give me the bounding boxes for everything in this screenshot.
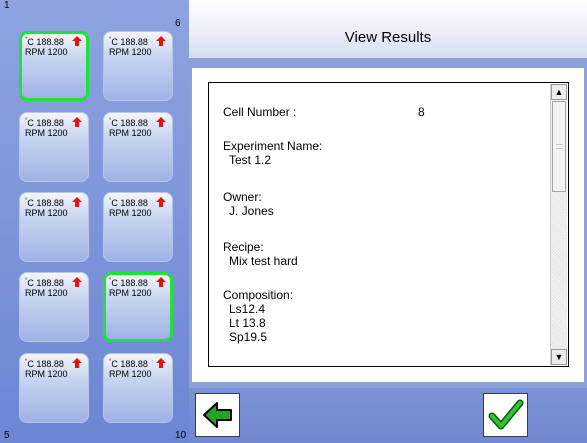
- up-arrow-icon: [72, 277, 82, 287]
- detail-scrollbar[interactable]: ▲ ▼: [550, 84, 567, 365]
- cell-temperature: °C 188.88: [109, 359, 148, 369]
- footer-bar: [189, 388, 587, 443]
- scroll-up-button[interactable]: ▲: [551, 84, 567, 100]
- cell-temperature: °C 188.88: [25, 198, 64, 208]
- scroll-down-icon: ▼: [554, 352, 564, 362]
- temp-unit: °: [25, 198, 28, 204]
- grid-label-bottom-right: 10: [175, 430, 187, 441]
- checkmark-icon: [488, 399, 524, 430]
- temp-unit: °: [109, 37, 112, 43]
- recipe-field: Recipe: Mix test hard: [223, 240, 298, 268]
- experiment-field: Experiment Name: Test 1.2: [223, 139, 322, 167]
- confirm-button[interactable]: [483, 393, 528, 437]
- grid-cell[interactable]: °C 188.88 RPM 1200: [103, 192, 173, 262]
- cell-temperature: °C 188.88: [109, 37, 148, 47]
- grid-cell[interactable]: °C 188.88 RPM 1200: [19, 272, 89, 342]
- header-bar: View Results: [189, 0, 587, 58]
- temp-unit: °: [25, 118, 28, 124]
- scroll-thumb[interactable]: [552, 101, 566, 192]
- experiment-name-value: Test 1.2: [229, 153, 272, 167]
- recipe-value: Mix test hard: [229, 254, 298, 268]
- temp-unit: °: [109, 359, 112, 365]
- cell-temperature: °C 188.88: [25, 359, 64, 369]
- scroll-grip-icon: [556, 144, 563, 149]
- scroll-up-icon: ▲: [554, 87, 564, 97]
- cell-temperature: °C 188.88: [109, 118, 148, 128]
- cell-rpm: RPM 1200: [25, 47, 68, 57]
- temp-unit: °: [109, 118, 112, 124]
- up-arrow-icon: [156, 36, 166, 46]
- cell-rpm: RPM 1200: [109, 128, 152, 138]
- composition-value: Sp19.5: [229, 330, 268, 344]
- grid-cell[interactable]: °C 188.88 RPM 1200: [19, 192, 89, 262]
- recipe-label: Recipe:: [223, 240, 264, 254]
- up-arrow-icon: [72, 36, 82, 46]
- grid-label-top-right: 6: [175, 18, 181, 29]
- grid-cell[interactable]: °C 188.88 RPM 1200: [103, 272, 173, 342]
- view-results-screen: 1 6 5 10 °C 188.88 RPM 1200 °C 188.88 RPM 1…: [0, 0, 587, 443]
- temp-unit: °: [25, 278, 28, 284]
- cell-temperature: °C 188.88: [25, 118, 64, 128]
- cell-rpm: RPM 1200: [109, 47, 152, 57]
- grid-cell[interactable]: °C 188.88 RPM 1200: [19, 112, 89, 182]
- cell-rpm: RPM 1200: [25, 208, 68, 218]
- grid-cell[interactable]: °C 188.88 RPM 1200: [103, 31, 173, 101]
- temp-unit: °: [25, 359, 28, 365]
- grid-cell[interactable]: °C 188.88 RPM 1200: [19, 31, 89, 101]
- up-arrow-icon: [72, 117, 82, 127]
- cell-temperature: °C 188.88: [109, 198, 148, 208]
- cell-temperature: °C 188.88: [25, 37, 64, 47]
- owner-field: Owner: J. Jones: [223, 190, 274, 218]
- up-arrow-icon: [156, 358, 166, 368]
- cell-grid-panel: 1 6 5 10 °C 188.88 RPM 1200 °C 188.88 RPM 1…: [0, 0, 189, 443]
- experiment-name-label: Experiment Name:: [223, 139, 323, 153]
- grid-label-top-left: 1: [4, 0, 10, 11]
- results-detail-box[interactable]: Cell Number : 8 Experiment Name: Test 1.…: [208, 82, 569, 367]
- cell-temperature: °C 188.88: [109, 278, 148, 288]
- grid-label-bottom-left: 5: [4, 430, 10, 441]
- grid-cell[interactable]: °C 188.88 RPM 1200: [103, 353, 173, 423]
- scroll-down-button[interactable]: ▼: [551, 349, 567, 365]
- composition-value: Ls12.4: [229, 302, 266, 316]
- owner-label: Owner:: [223, 190, 262, 204]
- cell-rpm: RPM 1200: [109, 208, 152, 218]
- up-arrow-icon: [156, 197, 166, 207]
- page-title: View Results: [344, 29, 432, 46]
- temp-unit: °: [109, 198, 112, 204]
- grid-cell[interactable]: °C 188.88 RPM 1200: [103, 112, 173, 182]
- cell-rpm: RPM 1200: [109, 288, 152, 298]
- owner-value: J. Jones: [229, 204, 274, 218]
- cell-number-label: Cell Number :: [223, 105, 297, 119]
- up-arrow-icon: [156, 117, 166, 127]
- back-button[interactable]: [195, 393, 240, 437]
- temp-unit: °: [25, 37, 28, 43]
- cell-rpm: RPM 1200: [25, 369, 68, 379]
- back-arrow-icon: [203, 402, 232, 428]
- grid-cell[interactable]: °C 188.88 RPM 1200: [19, 353, 89, 423]
- up-arrow-icon: [72, 358, 82, 368]
- cell-temperature: °C 188.88: [25, 278, 64, 288]
- cell-rpm: RPM 1200: [25, 288, 68, 298]
- cell-number-value: 8: [418, 105, 425, 119]
- up-arrow-icon: [156, 277, 166, 287]
- cell-rpm: RPM 1200: [25, 128, 68, 138]
- temp-unit: °: [109, 278, 112, 284]
- cell-rpm: RPM 1200: [109, 369, 152, 379]
- up-arrow-icon: [72, 197, 82, 207]
- composition-label: Composition:: [223, 288, 294, 302]
- composition-field: Composition: Ls12.4 Lt 13.8 Sp19.5: [223, 288, 293, 344]
- cell-number-row: Cell Number : 8: [223, 105, 453, 119]
- composition-value: Lt 13.8: [229, 316, 266, 330]
